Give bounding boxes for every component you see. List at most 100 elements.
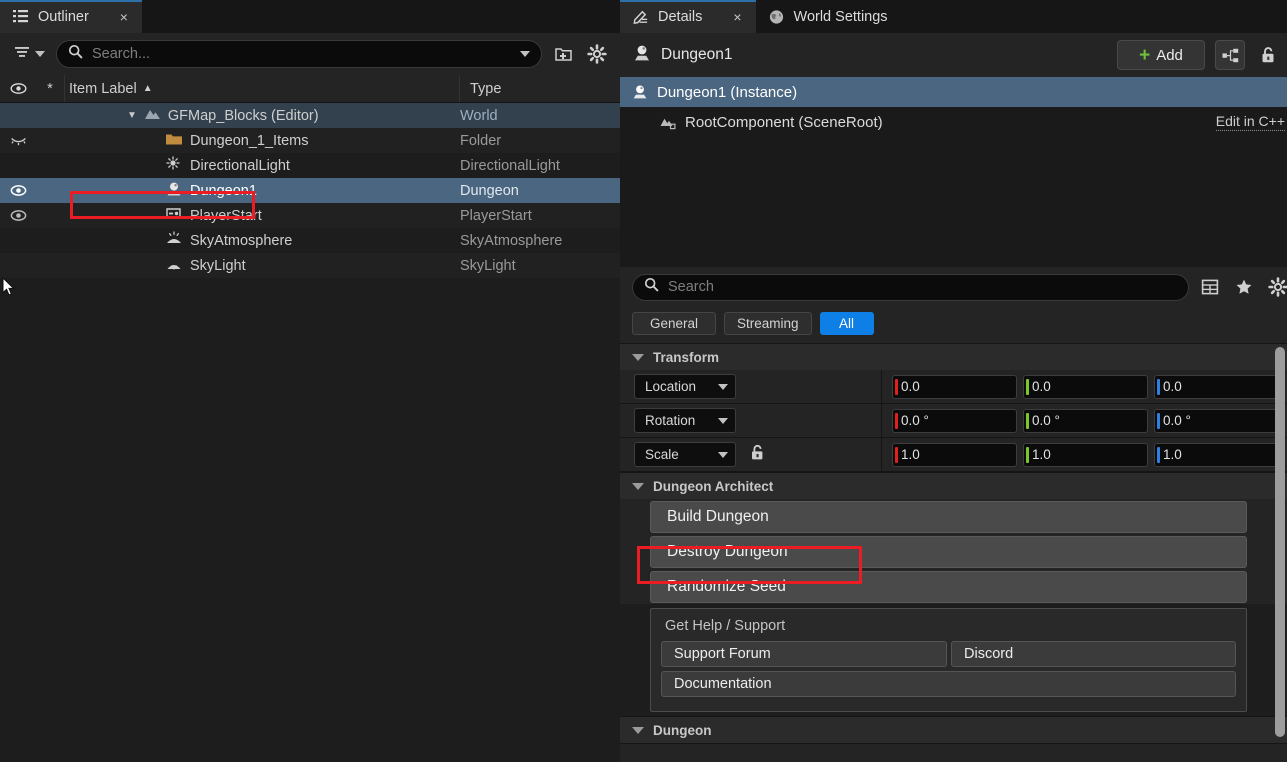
sort-ascending-icon: ▲ bbox=[143, 83, 153, 94]
help-support-title: Get Help / Support bbox=[665, 618, 1236, 634]
outliner-tree: ▼ GFMap_Blocks (Editor) World bbox=[0, 103, 620, 762]
blueprint-hierarchy-icon[interactable] bbox=[1215, 40, 1245, 70]
filter-tab-streaming[interactable]: Streaming bbox=[724, 312, 812, 335]
property-name-rotation: Rotation bbox=[620, 404, 882, 437]
chevron-down-icon bbox=[718, 418, 728, 424]
section-header-transform[interactable]: Transform bbox=[620, 343, 1287, 370]
details-tabbar: Details × World Settings bbox=[620, 0, 1287, 33]
section-header-dungeon-architect-label: Dungeon Architect bbox=[653, 479, 773, 494]
outliner-row-player-start[interactable]: PlayerStart PlayerStart bbox=[0, 203, 620, 228]
expander-arrow-icon[interactable]: ▼ bbox=[127, 110, 137, 121]
directional-light-icon bbox=[165, 156, 183, 176]
add-component-label: Add bbox=[1156, 47, 1183, 64]
outliner-row-directional-light[interactable]: DirectionalLight DirectionalLight bbox=[0, 153, 620, 178]
axis-y-indicator bbox=[1026, 379, 1029, 395]
scale-y-value: 1.0 bbox=[1032, 447, 1051, 462]
scale-x-input[interactable]: 1.0 bbox=[892, 443, 1017, 467]
section-header-transform-label: Transform bbox=[653, 350, 719, 365]
location-y-input[interactable]: 0.0 bbox=[1023, 375, 1148, 399]
discord-button[interactable]: Discord bbox=[951, 641, 1236, 667]
destroy-dungeon-button[interactable]: Destroy Dungeon bbox=[650, 536, 1247, 568]
outliner-row-sky-atmosphere[interactable]: SkyAtmosphere SkyAtmosphere bbox=[0, 228, 620, 253]
world-icon bbox=[144, 106, 161, 125]
help-support-card: Get Help / Support Support Forum Discord… bbox=[650, 608, 1247, 712]
location-z-input[interactable]: 0.0 bbox=[1154, 375, 1279, 399]
visibility-toggle[interactable] bbox=[0, 209, 36, 222]
section-header-dungeon-architect[interactable]: Dungeon Architect bbox=[620, 472, 1287, 499]
outliner-row-sky-light[interactable]: SkyLight SkyLight bbox=[0, 253, 620, 278]
close-icon[interactable]: × bbox=[120, 10, 128, 24]
filter-tab-general[interactable]: General bbox=[632, 312, 716, 335]
add-component-button[interactable]: + Add bbox=[1117, 40, 1205, 70]
view-options-icon[interactable] bbox=[1265, 274, 1287, 300]
eye-icon[interactable] bbox=[0, 82, 36, 95]
section-header-dungeon-label: Dungeon bbox=[653, 723, 712, 738]
visibility-toggle[interactable] bbox=[0, 184, 36, 197]
outliner-row-gfmap-blocks[interactable]: ▼ GFMap_Blocks (Editor) World bbox=[0, 103, 620, 128]
section-header-dungeon[interactable]: Dungeon bbox=[620, 716, 1287, 743]
search-icon bbox=[644, 277, 659, 297]
globe-icon bbox=[768, 8, 785, 25]
details-title: Dungeon1 bbox=[632, 44, 1107, 67]
edit-in-cpp-link[interactable]: Edit in C++ bbox=[1216, 113, 1285, 131]
visibility-toggle[interactable] bbox=[0, 135, 36, 147]
filter-icon bbox=[13, 42, 32, 66]
eye-open-icon bbox=[10, 209, 27, 222]
outliner-toolbar: Search... bbox=[0, 33, 620, 75]
collapse-caret-icon bbox=[632, 483, 644, 490]
support-forum-button[interactable]: Support Forum bbox=[661, 641, 947, 667]
rotation-mode-dropdown[interactable]: Rotation bbox=[634, 408, 736, 433]
axis-y-indicator bbox=[1026, 413, 1029, 429]
unlock-icon[interactable] bbox=[1255, 40, 1281, 70]
details-title-text: Dungeon1 bbox=[661, 46, 733, 64]
dungeon-actor-icon bbox=[632, 44, 652, 67]
location-x-input[interactable]: 0.0 bbox=[892, 375, 1017, 399]
details-search-input[interactable]: Search bbox=[632, 274, 1189, 301]
sky-light-icon bbox=[165, 256, 183, 276]
outliner-row-dungeon-1-items[interactable]: Dungeon_1_Items Folder bbox=[0, 128, 620, 153]
randomize-seed-row: Randomize Seed bbox=[620, 569, 1287, 604]
rotation-x-input[interactable]: 0.0 ° bbox=[892, 409, 1017, 433]
scale-z-input[interactable]: 1.0 bbox=[1154, 443, 1279, 467]
outliner-panel: Outliner × bbox=[0, 0, 620, 762]
details-scrollbar[interactable] bbox=[1275, 347, 1285, 737]
favorites-icon[interactable] bbox=[1231, 274, 1257, 300]
tab-world-settings[interactable]: World Settings bbox=[756, 0, 902, 33]
filter-button[interactable] bbox=[10, 39, 48, 69]
scale-y-input[interactable]: 1.0 bbox=[1023, 443, 1148, 467]
outliner-row-label: PlayerStart bbox=[190, 208, 262, 224]
search-input[interactable]: Search... bbox=[56, 40, 542, 68]
outliner-row-type: PlayerStart bbox=[460, 208, 620, 224]
filter-tab-all[interactable]: All bbox=[820, 312, 874, 335]
documentation-button[interactable]: Documentation bbox=[661, 671, 1236, 697]
component-row-root-component[interactable]: RootComponent (SceneRoot) Edit in C++ bbox=[620, 107, 1287, 137]
tab-world-settings-label: World Settings bbox=[794, 9, 888, 25]
tab-details[interactable]: Details × bbox=[620, 0, 756, 33]
new-folder-icon[interactable] bbox=[550, 41, 576, 67]
scale-lock-icon[interactable] bbox=[748, 443, 767, 467]
eye-closed-icon bbox=[10, 135, 27, 147]
outliner-row-label-cell: Dungeon_1_Items bbox=[64, 132, 460, 150]
build-dungeon-button[interactable]: Build Dungeon bbox=[650, 501, 1247, 533]
close-icon[interactable]: × bbox=[733, 10, 741, 24]
randomize-seed-button[interactable]: Randomize Seed bbox=[650, 571, 1247, 603]
rotation-z-value: 0.0 ° bbox=[1163, 413, 1191, 428]
column-type[interactable]: Type bbox=[460, 81, 620, 97]
outliner-row-dungeon1[interactable]: Dungeon1 Dungeon bbox=[0, 178, 620, 203]
tab-details-label: Details bbox=[658, 9, 702, 25]
tab-outliner[interactable]: Outliner × bbox=[0, 0, 142, 33]
column-item-label[interactable]: Item Label ▲ bbox=[64, 75, 460, 102]
rotation-z-input[interactable]: 0.0 ° bbox=[1154, 409, 1279, 433]
details-pencil-icon bbox=[632, 8, 649, 25]
scale-mode-dropdown[interactable]: Scale bbox=[634, 442, 736, 467]
scale-mode-label: Scale bbox=[645, 447, 679, 462]
gear-icon[interactable] bbox=[584, 41, 610, 67]
rotation-y-input[interactable]: 0.0 ° bbox=[1023, 409, 1148, 433]
column-layout-icon[interactable] bbox=[1197, 274, 1223, 300]
help-row-secondary: Documentation bbox=[661, 671, 1236, 697]
location-mode-dropdown[interactable]: Location bbox=[634, 374, 736, 399]
star-column-icon[interactable]: * bbox=[36, 81, 64, 97]
sky-atmosphere-icon bbox=[165, 231, 183, 250]
chevron-down-icon[interactable] bbox=[520, 51, 530, 57]
component-row-dungeon1-instance[interactable]: Dungeon1 (Instance) bbox=[620, 77, 1287, 107]
